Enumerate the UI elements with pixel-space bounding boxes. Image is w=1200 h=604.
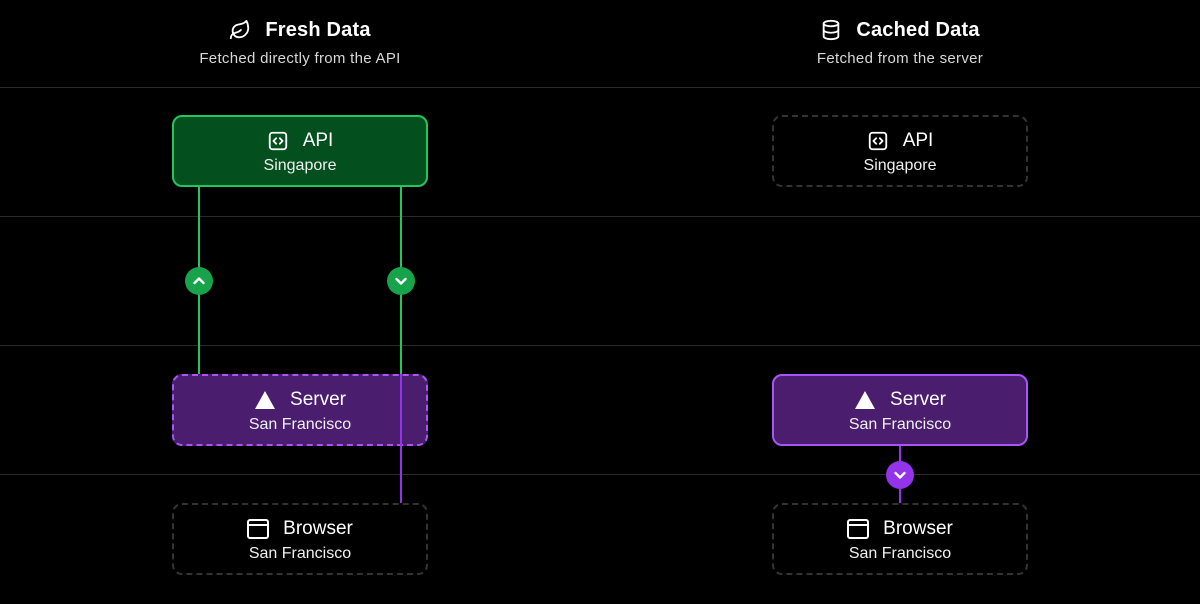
chevron-down-icon (886, 461, 914, 489)
cached-data-header: Cached Data Fetched from the server (700, 15, 1100, 68)
row-divider (0, 87, 1200, 88)
fresh-server-title: Server (290, 388, 346, 410)
chevron-down-icon (387, 267, 415, 295)
fresh-server-node: Server San Francisco (172, 374, 428, 446)
cached-server-location: San Francisco (848, 415, 952, 433)
code-icon (267, 130, 289, 152)
cached-browser-location: San Francisco (848, 544, 952, 562)
fresh-browser-node: Browser San Francisco (172, 503, 428, 575)
cached-api-location: Singapore (863, 156, 937, 174)
fresh-browser-location: San Francisco (248, 544, 352, 562)
diagram-canvas: Fresh Data Fetched directly from the API… (0, 0, 1200, 604)
cached-browser-node: Browser San Francisco (772, 503, 1028, 575)
browser-window-icon (247, 518, 270, 539)
fresh-api-location: Singapore (263, 156, 337, 174)
cached-api-title: API (902, 129, 934, 151)
fresh-api-title: API (302, 129, 334, 151)
triangle-icon (254, 390, 276, 410)
chevron-up-icon (185, 267, 213, 295)
row-divider (0, 216, 1200, 217)
fresh-api-node: API Singapore (172, 115, 428, 187)
cached-data-subtitle: Fetched from the server (816, 50, 984, 67)
cached-server-node: Server San Francisco (772, 374, 1028, 446)
fresh-data-subtitle: Fetched directly from the API (199, 50, 401, 67)
database-icon (820, 19, 842, 41)
row-divider (0, 345, 1200, 346)
triangle-icon (854, 390, 876, 410)
fresh-server-location: San Francisco (248, 415, 352, 433)
cached-server-title: Server (890, 388, 946, 410)
row-divider (0, 474, 1200, 475)
fresh-passthrough-line (400, 374, 402, 446)
cached-data-title: Cached Data (856, 18, 980, 41)
code-icon (867, 130, 889, 152)
fresh-data-title: Fresh Data (265, 18, 371, 41)
browser-window-icon (847, 518, 870, 539)
leaf-icon (229, 19, 251, 41)
cached-browser-title: Browser (883, 517, 953, 539)
cached-api-node: API Singapore (772, 115, 1028, 187)
fresh-browser-title: Browser (283, 517, 353, 539)
fresh-data-header: Fresh Data Fetched directly from the API (100, 15, 500, 68)
